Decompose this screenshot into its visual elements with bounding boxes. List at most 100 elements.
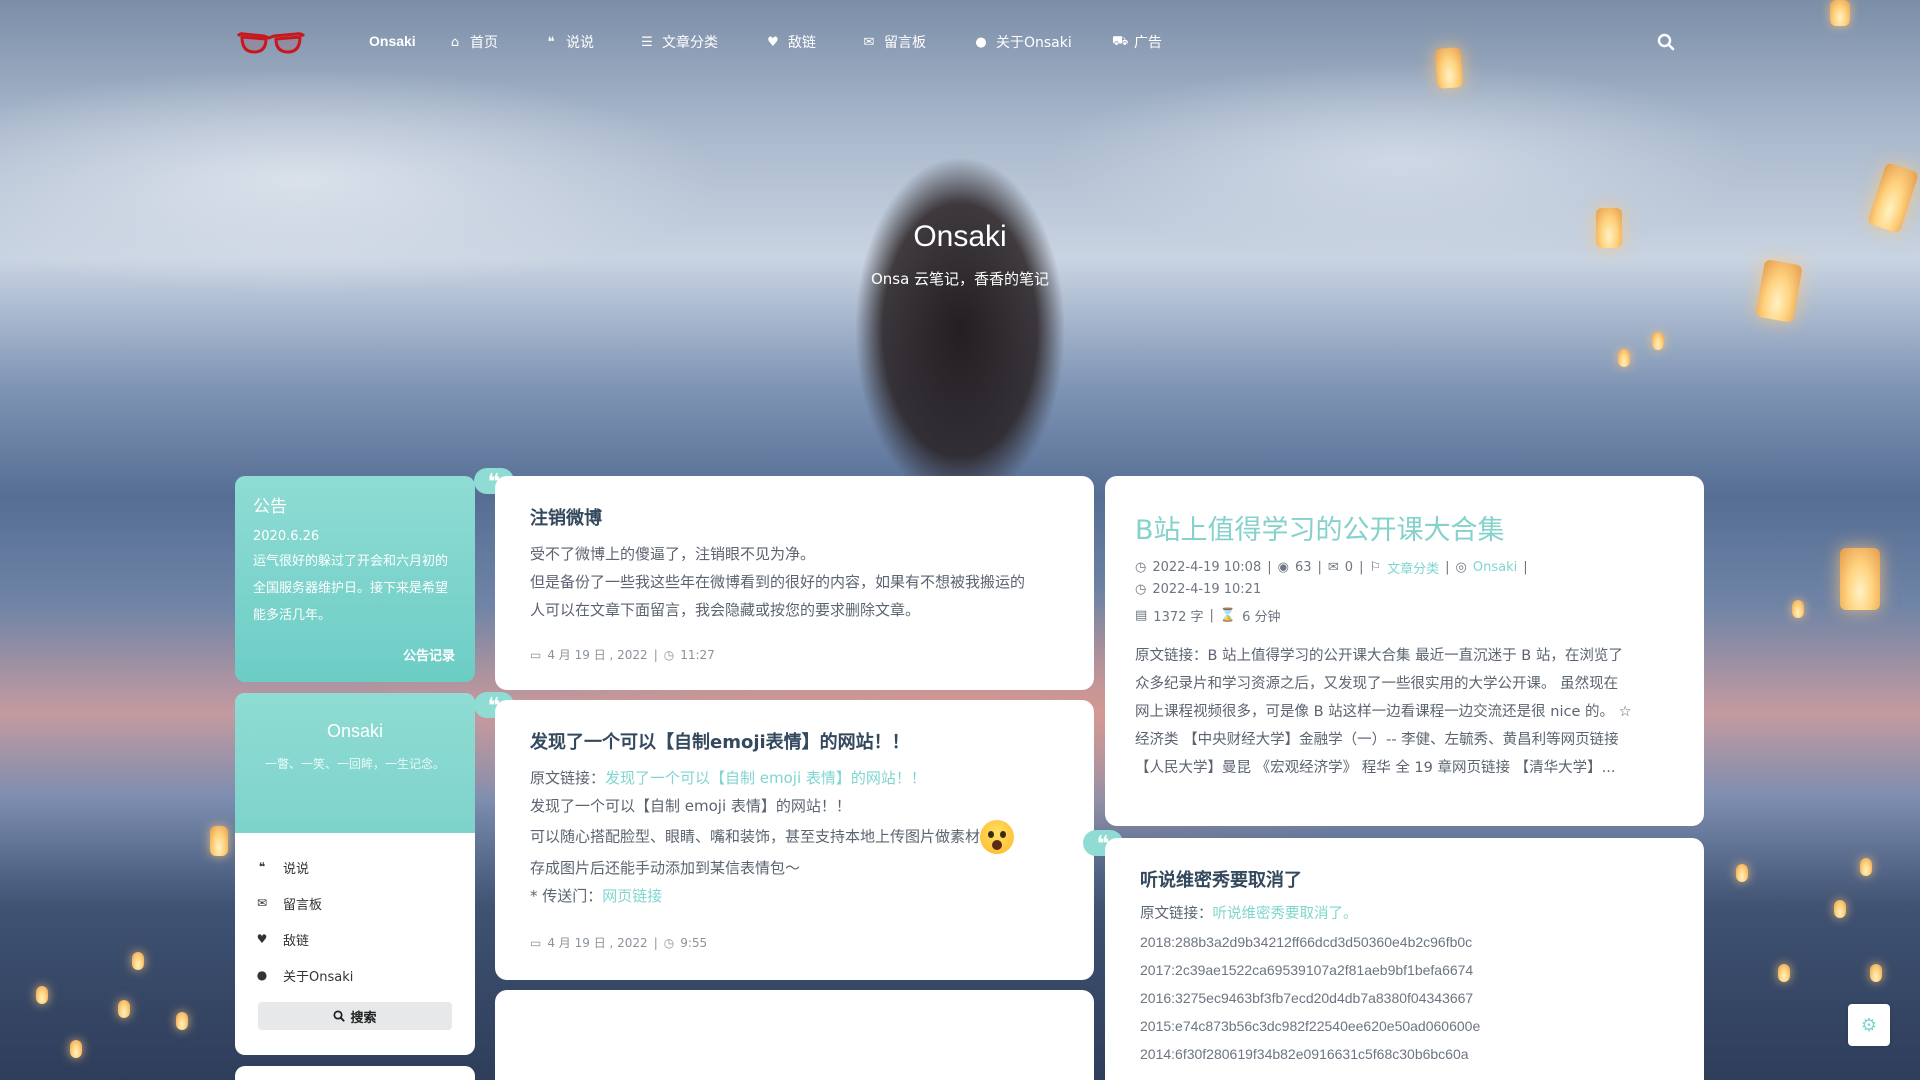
- category-link[interactable]: 文章分类: [1387, 558, 1439, 577]
- profile-links: ❝ 说说 ✉ 留言板 ♥ 敌链 ● 关于Onsaki: [235, 833, 475, 993]
- hash-line: 2016:3275ec9463bf3fb7ecd20d4db7a8380f043…: [1140, 990, 1474, 1006]
- calendar-icon: ▭: [530, 647, 542, 662]
- post-line-with-emoji: 可以随心搭配脸型、眼睛、嘴和装饰，甚至支持本地上传图片做素材: [530, 820, 1070, 854]
- notice-card: 公告 2020.6.26 运气很好的躲过了开会和六月初的全国服务器维护日。接下来…: [235, 476, 475, 682]
- notice-date: 2020.6.26: [253, 529, 320, 544]
- settings-button[interactable]: ⚙: [1848, 1004, 1890, 1046]
- read-time: 6 分钟: [1242, 610, 1281, 625]
- profile-header: Onsaki 一瞥、一笑、一回眸，一生记念。: [235, 693, 475, 833]
- site-title: Onsaki: [913, 220, 1007, 253]
- lantern-decoration: [70, 1040, 82, 1058]
- word-count: 1372 字: [1153, 610, 1204, 625]
- post-source: 原文链接：听说维密秀要取消了。: [1140, 900, 1358, 928]
- post-date: 4 月 19 日 , 2022: [547, 648, 648, 662]
- source-link[interactable]: 听说维密秀要取消了。: [1213, 906, 1358, 922]
- post-card[interactable]: 注销微博 受不了微博上的傻逼了，注销眼不见为净。 但是备份了一些我这些年在微博看…: [495, 476, 1094, 690]
- clock-icon: ◷: [1135, 560, 1147, 575]
- separator: |: [653, 935, 658, 950]
- post-line: 可以随心搭配脸型、眼睛、嘴和装饰，甚至支持本地上传图片做素材: [530, 827, 981, 846]
- heart-icon: ♥: [256, 932, 268, 946]
- separator: |: [1445, 560, 1450, 575]
- separator: |: [1359, 560, 1364, 575]
- excerpt-line: 网上课程视频很多，可是像 B 站这样一边看课程一边交流还是很 nice 的。 ☆: [1135, 704, 1632, 720]
- separator: |: [1209, 608, 1214, 623]
- profile-link-shuoshuo[interactable]: ❝ 说说: [255, 849, 475, 885]
- profile-card: Onsaki 一瞥、一笑、一回眸，一生记念。 ❝ 说说 ✉ 留言板 ♥ 敌链 ●…: [235, 693, 475, 1055]
- profile-link-friends[interactable]: ♥ 敌链: [255, 921, 475, 957]
- nav-item-friends[interactable]: ♥ 敌链: [766, 32, 816, 52]
- post-card[interactable]: 发现了一个可以【自制emoji表情】的网站！！ 原文链接：发现了一个可以【自制 …: [495, 700, 1094, 980]
- nav-item-label: 留言板: [884, 35, 926, 51]
- hash-line: 2014:6f30f280619f34b82e0916631c5f68c30b6…: [1140, 1046, 1469, 1062]
- gear-icon: ⚙: [1860, 1014, 1878, 1036]
- feature-post-card[interactable]: B站上值得学习的公开课大合集 ◷ 2022-4-19 10:08 | ◉ 63 …: [1105, 476, 1704, 826]
- nav-item-categories[interactable]: ☰ 文章分类: [640, 32, 718, 52]
- separator: |: [653, 647, 658, 662]
- separator: |: [1317, 560, 1322, 575]
- lantern-decoration: [118, 1000, 130, 1018]
- nav-item-shuoshuo[interactable]: ❝ 说说: [544, 32, 595, 52]
- cart-icon: ⛟: [1112, 33, 1129, 49]
- separator: |: [1523, 560, 1528, 575]
- post-title[interactable]: 发现了一个可以【自制emoji表情】的网站！！: [530, 728, 910, 754]
- user-icon: ●: [256, 968, 268, 982]
- nav-item-label: 关于Onsaki: [996, 35, 1072, 51]
- quote-icon: ❝: [547, 34, 555, 50]
- comment-icon: ✉: [256, 896, 268, 910]
- comment-icon: ✉: [1327, 560, 1339, 575]
- lantern-decoration: [1778, 964, 1790, 982]
- post-card[interactable]: 听说维密秀要取消了 原文链接：听说维密秀要取消了。 2018:288b3a2d9…: [1105, 838, 1704, 1080]
- comments-icon: ✉: [863, 34, 875, 50]
- nav-item-guestbook[interactable]: ✉ 留言板: [862, 32, 926, 52]
- sidebar-card: [235, 1066, 475, 1080]
- feature-post-stats: ▤ 1372 字 | ⌛ 6 分钟: [1135, 606, 1281, 625]
- profile-name[interactable]: Onsaki: [235, 721, 475, 742]
- view-count: 63: [1294, 560, 1312, 575]
- post-meta: ▭ 4 月 19 日 , 2022 | ◷ 11:27: [530, 646, 715, 663]
- nav-item-label: 广告: [1134, 35, 1162, 51]
- hash-line: 2015:e74c873b56c3dc982f22540ee620e50ad06…: [1140, 1018, 1481, 1034]
- search-icon[interactable]: [1657, 33, 1675, 51]
- lantern-decoration: [1652, 332, 1664, 350]
- eye-icon: ◉: [1277, 560, 1289, 575]
- profile-motto: 一瞥、一笑、一回眸，一生记念。: [264, 757, 445, 771]
- post-title[interactable]: 注销微博: [530, 504, 602, 530]
- site-subtitle: Onsa 云笔记，香香的笔记: [870, 270, 1050, 288]
- search-button[interactable]: 搜索: [258, 1002, 452, 1030]
- profile-link-label: 关于Onsaki: [283, 969, 354, 985]
- nav-item-about[interactable]: ● 关于Onsaki: [974, 32, 1072, 52]
- excerpt-line: 经济类 【中央财经大学】金融学（一）-- 李健、左毓秀、黄昌利等网页链接: [1135, 732, 1619, 748]
- source-link[interactable]: 发现了一个可以【自制 emoji 表情】的网站！！: [605, 769, 926, 787]
- clock-icon: ◷: [663, 647, 675, 662]
- comment-count: 0: [1344, 560, 1354, 575]
- notice-title: 公告: [253, 497, 287, 517]
- author-link[interactable]: Onsaki: [1473, 560, 1517, 575]
- feature-post-title[interactable]: B站上值得学习的公开课大合集: [1135, 508, 1505, 547]
- excerpt-line: 原文链接：B 站上值得学习的公开课大合集 最近一直沉迷于 B 站，在浏览了: [1135, 648, 1623, 664]
- glasses-logo-icon[interactable]: [236, 30, 306, 56]
- lantern-decoration: [1736, 864, 1748, 882]
- profile-link-guestbook[interactable]: ✉ 留言板: [255, 885, 475, 921]
- separator: |: [1267, 560, 1272, 575]
- notice-history-link[interactable]: 公告记录: [403, 645, 455, 664]
- user-icon: ●: [975, 34, 987, 50]
- source-label: 原文链接：: [1140, 906, 1213, 922]
- portal-link[interactable]: 网页链接: [602, 887, 662, 905]
- post-title[interactable]: 听说维密秀要取消了: [1140, 866, 1302, 892]
- nav-item-ads[interactable]: ⛟ 广告: [1112, 32, 1162, 52]
- nav-brand[interactable]: Onsaki: [369, 33, 416, 49]
- feature-post-meta: ◷ 2022-4-19 10:08 | ◉ 63 | ✉ 0 | ⚐ 文章分类 …: [1135, 558, 1528, 577]
- excerpt-line: 【人民大学】曼昆 《宏观经济学》 程华 全 19 章网页链接 【清华大学】...: [1135, 760, 1616, 776]
- profile-link-about[interactable]: ● 关于Onsaki: [255, 957, 475, 993]
- post-card[interactable]: [495, 990, 1094, 1080]
- post-line: 存成图片后还能手动添加到某信表情包～: [530, 859, 801, 877]
- lantern-decoration: [36, 986, 48, 1004]
- bookmark-icon: ⚐: [1369, 560, 1382, 575]
- lantern-decoration: [132, 952, 144, 970]
- lantern-decoration: [1860, 858, 1872, 876]
- top-navigation: Onsaki ⌂ 首页 ❝ 说说 ☰ 文章分类 ♥ 敌链 ✉ 留言板 ● 关于O…: [0, 0, 1920, 84]
- list-icon: ☰: [641, 34, 653, 50]
- nav-item-label: 文章分类: [662, 35, 718, 51]
- post-line: 受不了微博上的傻逼了，注销眼不见为净。: [530, 545, 816, 563]
- nav-item-home[interactable]: ⌂ 首页: [448, 32, 498, 52]
